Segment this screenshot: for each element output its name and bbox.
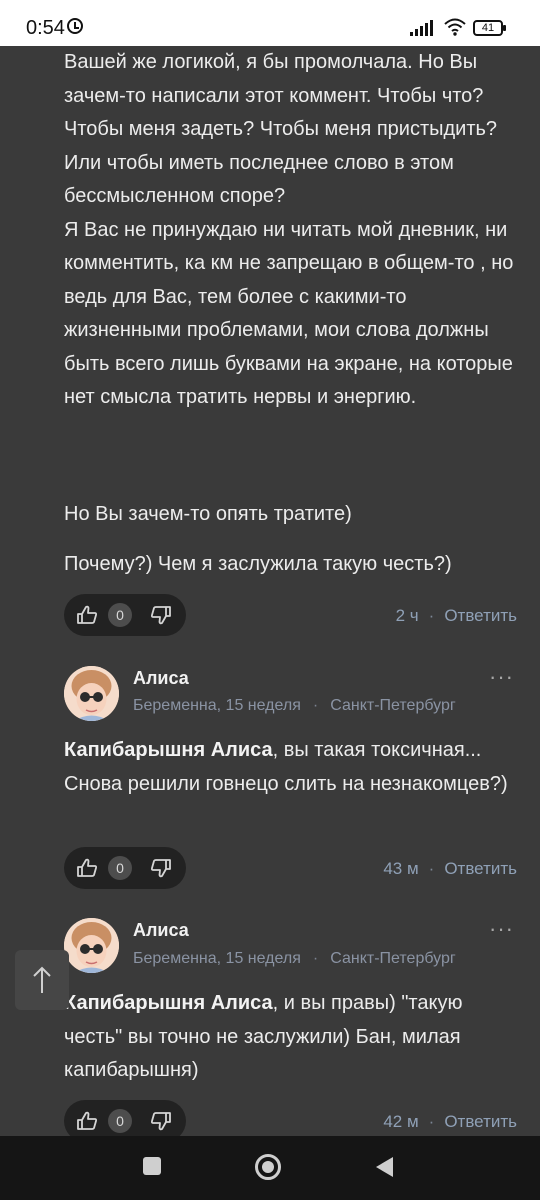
thumbs-up-icon[interactable] bbox=[76, 858, 98, 878]
pregnancy-status: Беременна, 15 неделя bbox=[133, 950, 301, 967]
reply-link[interactable]: Ответить bbox=[444, 606, 517, 625]
post-meta: 2 ч · Ответить bbox=[395, 606, 517, 625]
recents-button[interactable] bbox=[143, 1157, 161, 1175]
status-bar: 0:54 41 bbox=[0, 0, 540, 46]
thumbs-down-icon[interactable] bbox=[150, 858, 172, 878]
thumbs-down-icon[interactable] bbox=[150, 605, 172, 625]
arrow-up-icon bbox=[33, 966, 51, 993]
avatar-image bbox=[64, 666, 119, 721]
back-button[interactable] bbox=[373, 1155, 395, 1179]
comment-meta: 42 м · Ответить bbox=[383, 1112, 517, 1131]
comment-author-info: Беременна, 15 неделя · Санкт-Петербург bbox=[133, 950, 456, 967]
status-time: 0:54 bbox=[26, 17, 65, 39]
mention[interactable]: Капибарышня Алиса bbox=[64, 992, 273, 1014]
post-reactions: 0 bbox=[64, 594, 186, 636]
system-nav-bar bbox=[0, 1136, 540, 1200]
avatar-image bbox=[64, 918, 119, 973]
comment-text: Капибарышня Алиса, вы такая токсичная...… bbox=[64, 739, 508, 795]
post-paragraph-1: Вашей же логикой, я бы промолчала. Но Вы… bbox=[64, 51, 514, 408]
reply-link[interactable]: Ответить bbox=[444, 859, 517, 878]
like-count: 0 bbox=[108, 603, 132, 627]
avatar[interactable] bbox=[64, 918, 119, 973]
more-options-icon[interactable]: ··· bbox=[489, 916, 514, 942]
feed[interactable]: Вашей же логикой, я бы промолчала. Но Вы… bbox=[0, 46, 540, 1136]
signal-icon bbox=[410, 20, 436, 36]
mention[interactable]: Капибарышня Алиса bbox=[64, 739, 273, 761]
thumbs-down-icon[interactable] bbox=[150, 1111, 172, 1131]
comment-text: Капибарышня Алиса, и вы правы) "такую че… bbox=[64, 992, 463, 1081]
avatar[interactable] bbox=[64, 666, 119, 721]
city: Санкт-Петербург bbox=[330, 697, 456, 714]
post-time: 2 ч bbox=[395, 606, 419, 625]
battery-level: 41 bbox=[481, 22, 495, 34]
battery-icon: 41 bbox=[473, 20, 506, 36]
reply-link[interactable]: Ответить bbox=[444, 1112, 517, 1131]
more-options-icon[interactable]: ··· bbox=[489, 664, 514, 690]
post-paragraph-3: Почему?) Чем я заслужила такую честь?) bbox=[64, 553, 452, 575]
scroll-top-button[interactable] bbox=[15, 950, 69, 1010]
pregnancy-status: Беременна, 15 неделя bbox=[133, 697, 301, 714]
home-button[interactable] bbox=[255, 1154, 281, 1180]
comment-reactions: 0 bbox=[64, 1100, 186, 1136]
wifi-icon bbox=[444, 18, 466, 36]
like-count: 0 bbox=[108, 1109, 132, 1133]
comment-author[interactable]: Алиса bbox=[133, 668, 189, 689]
comment-reactions: 0 bbox=[64, 847, 186, 889]
comment-time: 42 м bbox=[383, 1112, 419, 1131]
comment-meta: 43 м · Ответить bbox=[383, 859, 517, 878]
thumbs-up-icon[interactable] bbox=[76, 1111, 98, 1131]
comment-author-info: Беременна, 15 неделя · Санкт-Петербург bbox=[133, 697, 456, 714]
comment-time: 43 м bbox=[383, 859, 419, 878]
comment-author[interactable]: Алиса bbox=[133, 920, 189, 941]
thumbs-up-icon[interactable] bbox=[76, 605, 98, 625]
city: Санкт-Петербург bbox=[330, 950, 456, 967]
like-count: 0 bbox=[108, 856, 132, 880]
alarm-icon bbox=[67, 18, 83, 34]
post-paragraph-2: Но Вы зачем-то опять тратите) bbox=[64, 503, 352, 525]
